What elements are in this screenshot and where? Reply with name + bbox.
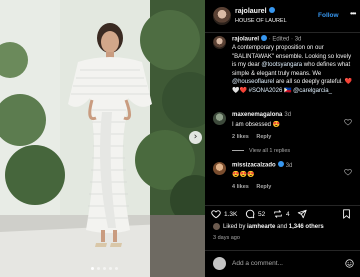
verified-badge-icon	[261, 35, 268, 41]
view-replies-button[interactable]: View all 1 replies	[232, 148, 290, 154]
reply-button[interactable]: Reply	[256, 134, 271, 140]
caption-text: A contemporary proposition on our "BALIN…	[232, 44, 356, 96]
liked-by-others[interactable]: 1,346 others	[289, 224, 324, 230]
mention-link[interactable]: @tootsyangara	[261, 62, 302, 68]
carousel-dot	[103, 267, 106, 270]
comment-action[interactable]: 52	[245, 209, 265, 219]
caption-username[interactable]: rajolaurel	[232, 37, 259, 43]
next-slide-button[interactable]: ›	[189, 131, 202, 144]
author-username-row[interactable]: rajolaurel	[235, 7, 275, 15]
verified-badge-icon	[277, 161, 284, 167]
post-details-panel: rajolaurel HOUSE OF LAUREL Follow ••• ra…	[205, 0, 360, 277]
heart-icon[interactable]	[344, 118, 352, 126]
chevron-right-icon: ›	[193, 132, 198, 142]
comment-meta: 2 likes Reply	[232, 134, 277, 140]
commenter-username-row: maxenemagalona 3d	[232, 112, 291, 118]
comment-text: I am obsessed 😍	[232, 122, 281, 128]
liked-by-row: Liked by iamhearte and 1,346 others	[213, 223, 324, 230]
caption-time: 3d	[294, 36, 302, 43]
carousel-dots	[91, 267, 118, 270]
current-user-avatar	[213, 257, 226, 270]
comment-bubble-icon[interactable]	[245, 209, 255, 219]
commenter-username[interactable]: maxenemagalona	[232, 112, 282, 118]
comment-input[interactable]	[232, 257, 340, 270]
comment-text: 😍😍😍	[232, 172, 255, 178]
like-count[interactable]: 1.3K	[224, 211, 237, 218]
carousel-dot	[91, 267, 94, 270]
carousel-dot	[109, 267, 112, 270]
commenter-username[interactable]: missizacalzado	[232, 163, 276, 169]
more-options-icon[interactable]: •••	[350, 9, 356, 18]
comment-count[interactable]: 52	[258, 211, 265, 218]
heart-icon[interactable]	[344, 168, 352, 176]
post-timestamp[interactable]: 3 days ago	[213, 235, 240, 241]
caption-avatar[interactable]	[213, 36, 226, 49]
commenter-avatar[interactable]	[213, 112, 226, 125]
commenter-username-row: missizacalzado 3d	[232, 161, 293, 169]
verified-badge-icon	[268, 7, 275, 14]
author-avatar[interactable]	[213, 7, 231, 25]
send-icon[interactable]	[297, 209, 307, 219]
comment-likes[interactable]: 2 likes	[232, 134, 249, 140]
post-actions-bar: 1.3K 52 4	[205, 205, 360, 220]
reply-button[interactable]: Reply	[256, 184, 271, 190]
edited-label: Edited	[272, 36, 290, 43]
carousel-dot	[115, 267, 118, 270]
mention-link[interactable]: @houseoflaurel	[232, 79, 274, 85]
post-photo[interactable]: ›	[0, 0, 205, 277]
caption-text-part: are all so deeply grateful.	[274, 79, 345, 86]
mention-link[interactable]: @carelgarcia_	[293, 88, 332, 94]
comment-likes[interactable]: 4 likes	[232, 184, 249, 190]
follow-button[interactable]: Follow	[318, 12, 339, 19]
save-action[interactable]	[342, 209, 354, 219]
repost-action[interactable]: 4	[273, 209, 290, 219]
share-action[interactable]	[297, 209, 310, 219]
comment-meta: 4 likes Reply	[232, 184, 277, 190]
post-header: rajolaurel HOUSE OF LAUREL Follow •••	[205, 0, 360, 33]
repost-count[interactable]: 4	[286, 211, 290, 218]
like-action[interactable]: 1.3K	[211, 209, 237, 219]
bookmark-icon[interactable]	[342, 209, 351, 219]
heart-icon[interactable]	[211, 209, 221, 219]
flag-emoji: 🇵🇭	[284, 87, 292, 94]
add-comment-bar	[205, 250, 360, 277]
repost-icon[interactable]	[273, 209, 283, 219]
liked-by-middle: and	[275, 224, 289, 231]
comment-time: 3d	[285, 162, 293, 169]
commenter-avatar[interactable]	[213, 162, 226, 175]
liked-by-prefix: Liked by	[223, 224, 248, 231]
comment-time: 3d	[284, 112, 292, 118]
carousel-dot	[97, 267, 100, 270]
emoji-smile-icon[interactable]	[345, 259, 354, 268]
caption-header: rajolaurel · Edited · 3d	[232, 35, 302, 43]
author-username[interactable]: rajolaurel	[235, 8, 267, 15]
author-subtitle[interactable]: HOUSE OF LAUREL	[235, 18, 287, 24]
photo-image	[0, 0, 205, 277]
hashtag-link[interactable]: #SONA2026	[249, 88, 283, 94]
liker-username[interactable]: iamhearte	[247, 224, 275, 230]
liker-avatar[interactable]	[213, 223, 220, 230]
